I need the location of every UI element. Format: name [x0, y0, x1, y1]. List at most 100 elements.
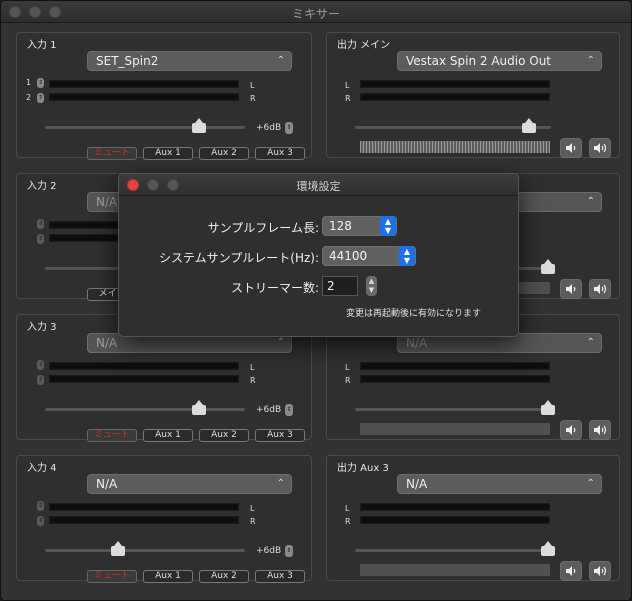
level-meter-right [49, 375, 239, 383]
level-meter-right [360, 516, 550, 524]
speaker-low-icon[interactable] [560, 279, 582, 299]
channel-2-stepper-icon[interactable]: ⇕ [37, 516, 44, 526]
chevron-updown-icon: ⌃ [586, 55, 595, 66]
input-source-value: N/A [96, 195, 118, 209]
channel-1-stepper-icon[interactable]: ⇕ [37, 219, 44, 229]
channel-1-stepper-icon[interactable]: ⇕ [37, 360, 44, 370]
speaker-low-icon[interactable] [560, 138, 582, 158]
level-meter-left [49, 362, 239, 370]
channel-left-label: L [250, 363, 255, 372]
gain-label: +6dB [256, 405, 282, 415]
channel-number-2: 2 [26, 93, 32, 102]
channel-right-label: R [250, 517, 256, 526]
level-meter-right [360, 93, 550, 101]
aux-3-button[interactable]: Aux 3 [255, 147, 305, 160]
fader-thumb[interactable] [541, 541, 555, 557]
input-source-select[interactable]: N/A ⌃ [87, 474, 292, 494]
fader-track[interactable] [45, 408, 245, 411]
output-device-value: N/A [406, 477, 428, 491]
channel-left-label: L [250, 504, 255, 513]
speaker-high-icon[interactable] [589, 561, 611, 581]
window-title: ミキサー [291, 7, 340, 21]
speaker-high-icon[interactable] [589, 279, 611, 299]
input-strip-4: 入力 4 N/A ⌃ ⇕ ⇕ L R +6dB ⇕ ミュート Aux 1 Aux… [16, 455, 312, 583]
input-source-value: SET_Spin2 [96, 54, 159, 68]
aux-2-button[interactable]: Aux 2 [199, 570, 249, 583]
sample-rate-select[interactable]: 44100 ▲ ▼ [322, 246, 416, 266]
window-titlebar: ミキサー [1, 1, 631, 23]
channel-number-1: 1 [26, 78, 32, 87]
gain-label: +6dB [256, 546, 282, 556]
fader-thumb[interactable] [192, 400, 206, 416]
frame-length-select[interactable]: 128 ▲ ▼ [322, 216, 397, 236]
channel-2-stepper-icon[interactable]: ⇕ [37, 234, 44, 244]
output-strip-aux-3: 出力 Aux 3 N/A ⌃ L R [326, 455, 620, 581]
fader-track[interactable] [45, 126, 245, 129]
speaker-high-icon[interactable] [589, 138, 611, 158]
channel-right-label: R [250, 94, 256, 103]
aux-1-button[interactable]: Aux 1 [143, 147, 193, 160]
gain-stepper-icon[interactable]: ⇕ [285, 404, 293, 416]
gain-stepper-icon[interactable]: ⇕ [285, 122, 293, 134]
speaker-high-icon[interactable] [589, 420, 611, 440]
chevron-updown-icon: ▲ ▼ [399, 246, 415, 266]
input-source-select[interactable]: SET_Spin2 ⌃ [87, 51, 292, 71]
gain-label: +6dB [256, 123, 282, 133]
mute-button[interactable]: ミュート [87, 429, 137, 442]
streamer-count-input[interactable]: 2 [322, 276, 358, 296]
output-label: 出力 Aux 3 [337, 463, 389, 474]
input-strip-1: 入力 1 SET_Spin2 ⌃ 1 ⇕ 2 ⇕ L R +6dB ⇕ ミュート… [16, 32, 312, 160]
fader-thumb[interactable] [111, 541, 125, 557]
aux-1-button[interactable]: Aux 1 [143, 429, 193, 442]
channel-2-stepper-icon[interactable]: ⇕ [37, 375, 44, 385]
output-label: 出力 メイン [337, 40, 391, 51]
channel-left-label: L [345, 504, 350, 513]
speaker-low-icon[interactable] [560, 420, 582, 440]
fader-track[interactable] [355, 549, 551, 552]
aux-2-button[interactable]: Aux 2 [199, 147, 249, 160]
channel-right-label: R [345, 517, 351, 526]
chevron-updown-icon: ⌃ [276, 478, 285, 489]
speaker-low-icon[interactable] [560, 561, 582, 581]
channel-2-stepper-icon[interactable]: ⇕ [37, 93, 44, 103]
aux-3-button[interactable]: Aux 3 [255, 429, 305, 442]
output-device-value: N/A [406, 336, 428, 350]
channel-1-stepper-icon[interactable]: ⇕ [37, 501, 44, 511]
chevron-updown-icon: ⌃ [586, 478, 595, 489]
level-meter-right [49, 93, 239, 101]
mute-button[interactable]: ミュート [87, 570, 137, 583]
frame-length-value: 128 [329, 219, 352, 233]
streamer-stepper-icon[interactable]: ▲ ▼ [366, 276, 377, 296]
aux-1-button[interactable]: Aux 1 [143, 570, 193, 583]
fader-track[interactable] [45, 549, 245, 552]
channel-left-label: L [250, 81, 255, 90]
level-meter-left [49, 503, 239, 511]
output-level-bar [360, 423, 550, 435]
aux-2-button[interactable]: Aux 2 [199, 429, 249, 442]
channel-left-label: L [345, 363, 350, 372]
output-device-value: Vestax Spin 2 Audio Out [406, 54, 552, 68]
input-source-value: N/A [96, 477, 118, 491]
sample-rate-value: 44100 [329, 249, 368, 263]
dialog-title: 環境設定 [296, 180, 341, 193]
sample-rate-label: システムサンプルレート(Hz): [158, 251, 319, 265]
input-label: 入力 3 [27, 322, 57, 333]
fader-thumb[interactable] [541, 400, 555, 416]
channel-1-stepper-icon[interactable]: ⇕ [37, 78, 44, 88]
fader-thumb[interactable] [192, 118, 206, 134]
preferences-dialog: 環境設定 サンプルフレーム長: 128 ▲ ▼ システムサンプルレート(Hz): … [118, 173, 519, 337]
channel-left-label: L [345, 81, 350, 90]
output-device-select[interactable]: N/A ⌃ [397, 474, 602, 494]
mute-button[interactable]: ミュート [87, 147, 137, 160]
output-strip-main: 出力 メイン Vestax Spin 2 Audio Out ⌃ L R [326, 32, 620, 158]
output-device-select[interactable]: Vestax Spin 2 Audio Out ⌃ [397, 51, 602, 71]
dialog-titlebar: 環境設定 [119, 174, 518, 196]
fader-thumb[interactable] [522, 118, 536, 134]
aux-3-button[interactable]: Aux 3 [255, 570, 305, 583]
input-label: 入力 4 [27, 463, 57, 474]
output-level-bar [360, 141, 550, 153]
gain-stepper-icon[interactable]: ⇕ [285, 545, 293, 557]
channel-right-label: R [345, 94, 351, 103]
fader-thumb[interactable] [541, 259, 555, 275]
fader-track[interactable] [355, 408, 551, 411]
